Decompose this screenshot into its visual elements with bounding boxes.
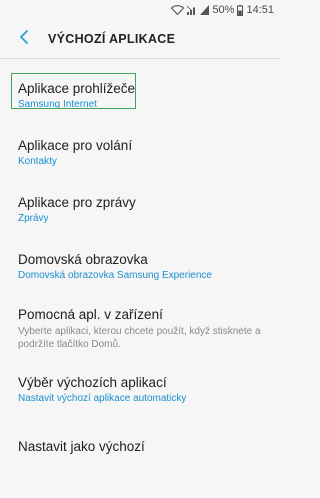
status-icons: 50% 14:51 bbox=[171, 4, 274, 16]
assist-app-item[interactable]: Pomocná apl. v zařízení Vyberte aplikaci… bbox=[0, 295, 280, 361]
status-bar: 50% 14:51 bbox=[0, 0, 280, 20]
home-screen-item[interactable]: Domovská obrazovka Domovská obrazovka Sa… bbox=[0, 238, 280, 295]
battery-percent: 50% bbox=[212, 4, 235, 16]
header-divider bbox=[0, 58, 280, 59]
item-subtitle: Nastavit výchozí aplikace automaticky bbox=[18, 393, 187, 404]
item-subtitle: Samsung Internet bbox=[18, 99, 97, 110]
settings-list: Aplikace prohlížeče Samsung Internet Apl… bbox=[0, 67, 280, 475]
item-title: Domovská obrazovka bbox=[18, 252, 148, 267]
back-button[interactable] bbox=[14, 29, 34, 49]
item-subtitle: Zprávy bbox=[18, 213, 49, 224]
item-subtitle: Domovská obrazovka Samsung Experience bbox=[18, 270, 212, 281]
no-signal-icon bbox=[187, 5, 197, 15]
item-title: Aplikace pro zprávy bbox=[18, 195, 136, 210]
page-title: VÝCHOZÍ APLIKACE bbox=[48, 32, 176, 46]
browser-app-item[interactable]: Aplikace prohlížeče Samsung Internet bbox=[0, 67, 280, 124]
item-title: Aplikace prohlížeče bbox=[18, 81, 136, 96]
calling-app-item[interactable]: Aplikace pro volání Kontakty bbox=[0, 124, 280, 181]
signal-icon bbox=[200, 5, 210, 15]
chevron-left-icon bbox=[19, 29, 29, 49]
item-title: Pomocná apl. v zařízení bbox=[18, 306, 163, 322]
item-title: Aplikace pro volání bbox=[18, 138, 133, 153]
messaging-app-item[interactable]: Aplikace pro zprávy Zprávy bbox=[0, 181, 280, 238]
item-title: Výběr výchozích aplikací bbox=[18, 375, 167, 390]
default-app-selection-item[interactable]: Výběr výchozích aplikací Nastavit výchoz… bbox=[0, 361, 280, 418]
item-description: Vyberte aplikaci, kterou chcete použít, … bbox=[18, 325, 261, 350]
item-title: Nastavit jako výchozí bbox=[18, 439, 145, 454]
app-bar: VÝCHOZÍ APLIKACE bbox=[0, 20, 280, 58]
wifi-icon bbox=[171, 5, 185, 15]
item-subtitle: Kontakty bbox=[18, 156, 57, 167]
battery-icon bbox=[237, 4, 244, 16]
clock: 14:51 bbox=[246, 4, 274, 16]
set-as-default-item[interactable]: Nastavit jako výchozí bbox=[0, 418, 280, 475]
